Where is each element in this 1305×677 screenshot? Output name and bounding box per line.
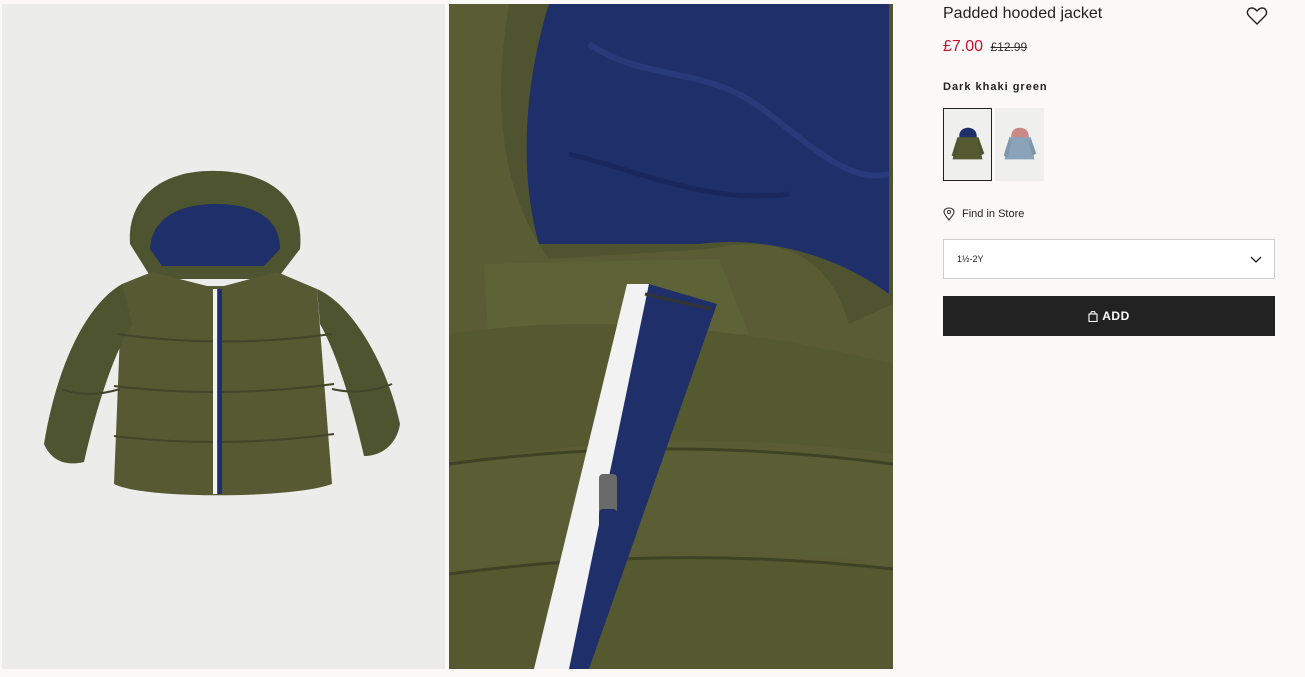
jacket-front-illustration: [2, 4, 445, 669]
find-in-store-link[interactable]: Find in Store: [943, 205, 1024, 223]
find-in-store-label: Find in Store: [962, 208, 1025, 220]
location-pin-icon: [943, 207, 955, 221]
swatch-khaki-thumbnail: [944, 109, 991, 180]
size-select-value: 1½-2Y: [957, 254, 984, 264]
product-title: Padded hooded jacket: [943, 5, 1103, 22]
shopping-bag-icon: [1088, 310, 1098, 322]
chevron-down-icon: [1250, 256, 1262, 263]
size-select[interactable]: 1½-2Y: [943, 239, 1275, 279]
add-button-label: ADD: [1102, 309, 1130, 323]
product-image-detail[interactable]: [449, 4, 893, 669]
swatch-blue-thumbnail: [996, 109, 1043, 180]
original-price: £12.99: [990, 40, 1028, 54]
color-swatch-light-blue[interactable]: [995, 108, 1044, 181]
product-image-front[interactable]: [2, 4, 445, 669]
selected-color-name: Dark khaki green: [943, 81, 1048, 93]
add-to-bag-button[interactable]: ADD: [943, 296, 1275, 336]
sale-price: £7.00: [943, 38, 984, 55]
heart-icon[interactable]: [1246, 6, 1268, 26]
jacket-detail-illustration: [449, 4, 893, 669]
color-swatch-dark-khaki[interactable]: [943, 108, 992, 181]
product-gallery: [0, 0, 893, 677]
price-block: £7.00 £12.99: [943, 38, 1027, 56]
